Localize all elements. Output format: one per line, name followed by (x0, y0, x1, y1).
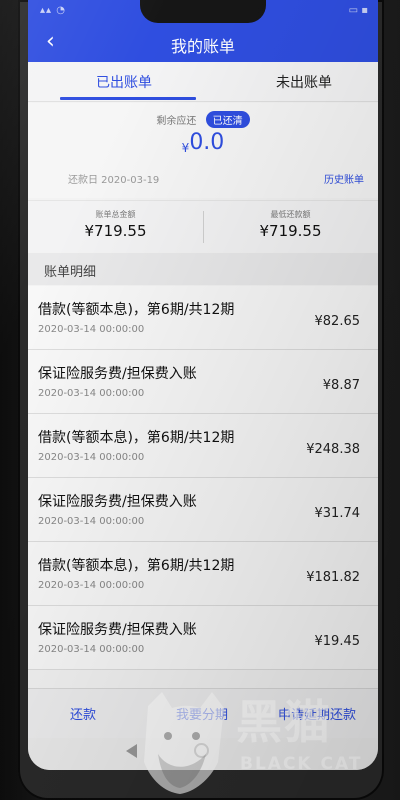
active-tab-indicator (60, 97, 196, 100)
repay-button[interactable]: 还款 (70, 704, 96, 723)
bill-tabs: 已出账单 未出账单 (28, 62, 378, 102)
status-badge: 已还清 (205, 111, 250, 128)
camera-notch (140, 0, 266, 23)
bill-total-column: 账单总金额 ¥719.55 (28, 209, 203, 240)
nav-back-icon[interactable] (126, 744, 137, 758)
detail-row[interactable]: 借款(等额本息)，第6期/共12期 2020-03-14 00:00:00 ¥2… (28, 414, 378, 478)
min-payment-column: 最低还款额 ¥719.55 (203, 209, 378, 240)
bill-summary: 剩余应还 已还清 ¥0.0 还款日 2020-03-19 历史账单 (28, 103, 378, 198)
bill-total-label: 账单总金额 (95, 210, 136, 219)
tab-issued-bills[interactable]: 已出账单 (44, 72, 204, 92)
system-navigation-bar (28, 738, 378, 770)
phone-device: ▴▴ ◔ ▭ ▪ ‹ 我的账单 已出账单 未出账单 剩余应还 已还清 ¥0.0 … (18, 0, 384, 800)
detail-row-date: 2020-03-14 00:00:00 (38, 452, 145, 463)
tab-unissued-bills[interactable]: 未出账单 (224, 72, 378, 92)
remain-row: 剩余应还 已还清 (28, 111, 378, 128)
min-payment-value: ¥719.55 (259, 222, 322, 240)
bill-totals: 账单总金额 ¥719.55 最低还款额 ¥719.55 (28, 200, 378, 252)
detail-row-date: 2020-03-14 00:00:00 (38, 644, 145, 655)
status-bar: ▴▴ ◔ ▭ ▪ (28, 0, 378, 24)
remain-label: 剩余应还 (156, 116, 197, 127)
detail-row[interactable]: 保证险服务费/担保费入账 2020-03-14 00:00:00 ¥19.45 (28, 606, 378, 670)
app-screen: ▴▴ ◔ ▭ ▪ ‹ 我的账单 已出账单 未出账单 剩余应还 已还清 ¥0.0 … (28, 0, 378, 770)
detail-row-title: 借款(等额本息)，第6期/共12期 (38, 302, 235, 318)
nav-home-icon[interactable] (194, 743, 209, 758)
detail-row-title: 保证险服务费/担保费入账 (38, 622, 197, 638)
detail-row-amount: ¥248.38 (306, 442, 360, 457)
detail-row-title: 保证险服务费/担保费入账 (38, 366, 197, 382)
repay-date: 还款日 2020-03-19 (68, 175, 160, 186)
page-title: 我的账单 (170, 37, 235, 56)
bill-total-value: ¥719.55 (84, 222, 147, 240)
detail-row[interactable]: 保证险服务费/担保费入账 2020-03-14 00:00:00 ¥31.74 (28, 478, 378, 542)
detail-row-amount: ¥19.45 (314, 634, 361, 649)
detail-row-title: 借款(等额本息)，第6期/共12期 (38, 430, 235, 446)
top-app-bar: ‹ 我的账单 (28, 24, 378, 62)
detail-row-amount: ¥8.87 (322, 378, 360, 393)
status-battery-icon: ▭ ▪ (348, 5, 368, 16)
detail-list: 借款(等额本息)，第6期/共12期 2020-03-14 00:00:00 ¥8… (28, 286, 378, 670)
detail-row-title: 保证险服务费/担保费入账 (38, 494, 197, 510)
detail-row-title: 借款(等额本息)，第6期/共12期 (38, 558, 235, 574)
status-signal-icon: ▴▴ ◔ (40, 5, 66, 16)
history-bills-link[interactable]: 历史账单 (324, 171, 364, 186)
detail-row[interactable]: 借款(等额本息)，第6期/共12期 2020-03-14 00:00:00 ¥8… (28, 286, 378, 350)
detail-row-amount: ¥181.82 (306, 570, 360, 585)
min-payment-label: 最低还款额 (270, 210, 311, 219)
detail-row-date: 2020-03-14 00:00:00 (38, 388, 145, 399)
detail-section-title: 账单明细 (44, 265, 97, 280)
detail-row-date: 2020-03-14 00:00:00 (38, 516, 145, 527)
detail-row[interactable]: 借款(等额本息)，第6期/共12期 2020-03-14 00:00:00 ¥1… (28, 542, 378, 606)
detail-row[interactable]: 保证险服务费/担保费入账 2020-03-14 00:00:00 ¥8.87 (28, 350, 378, 414)
detail-row-date: 2020-03-14 00:00:00 (38, 324, 145, 335)
remain-value: 0.0 (189, 130, 225, 155)
detail-row-amount: ¥31.74 (314, 506, 361, 521)
installment-button[interactable]: 我要分期 (176, 704, 228, 723)
detail-row-date: 2020-03-14 00:00:00 (38, 580, 145, 591)
remain-amount: ¥0.0 (28, 130, 378, 155)
detail-row-amount: ¥82.65 (314, 314, 361, 329)
detail-section-header: 账单明细 (28, 253, 378, 285)
extend-repayment-button[interactable]: 申请延期还款 (278, 704, 356, 723)
bottom-action-bar: 还款 我要分期 申请延期还款 (28, 688, 378, 738)
